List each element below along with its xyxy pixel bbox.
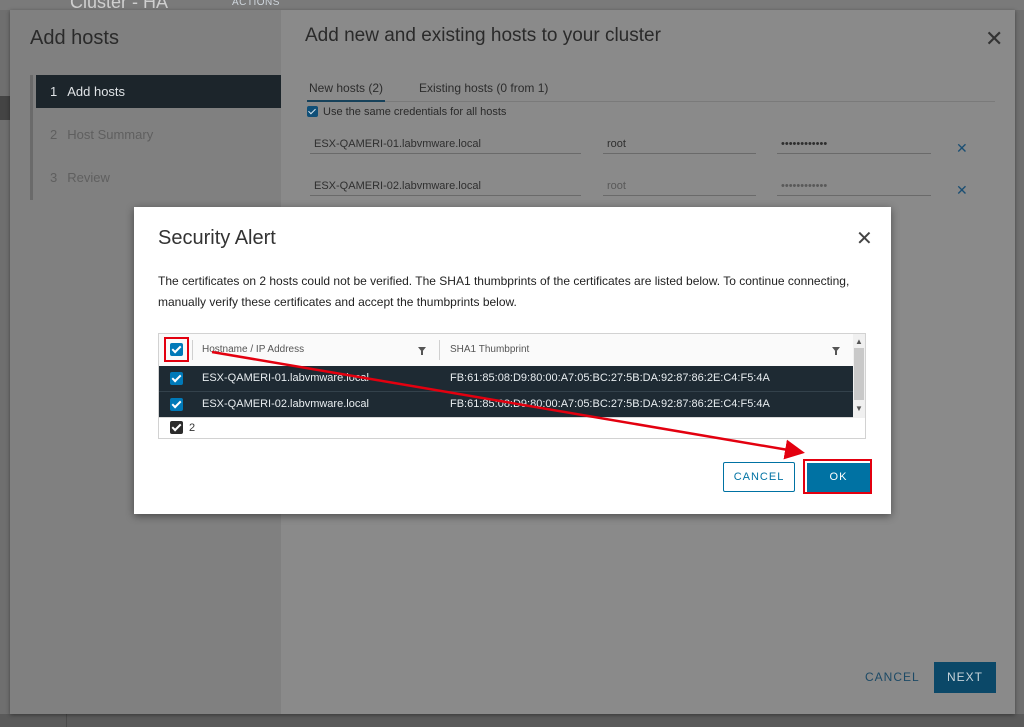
- annotation-arrow: [211, 350, 805, 460]
